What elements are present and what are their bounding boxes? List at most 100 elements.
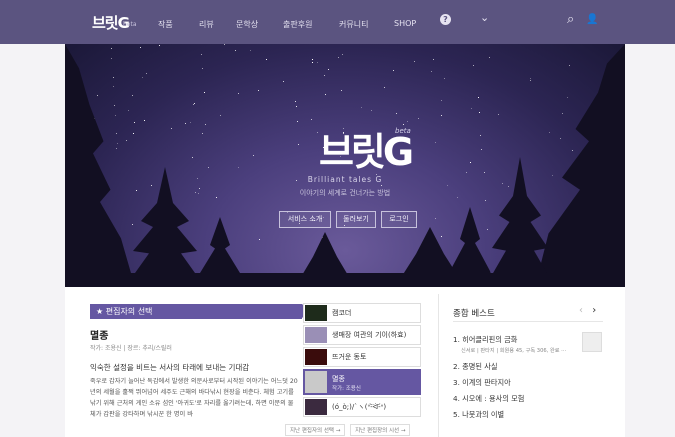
- star: [477, 97, 479, 99]
- past-editor-view-link[interactable]: 지난 편집장의 시선 →: [350, 424, 411, 436]
- star: [197, 192, 199, 194]
- best-item-5[interactable]: 5. 나뭇과의 이별: [453, 410, 504, 420]
- star: [110, 48, 112, 50]
- nav-item-works[interactable]: 작품: [158, 19, 173, 30]
- divider: [453, 321, 603, 322]
- star: [430, 71, 432, 73]
- star: [560, 138, 562, 140]
- best-item-1[interactable]: 1. 히어클리핀의 금화: [453, 335, 517, 345]
- star: [202, 68, 204, 70]
- nav-item-community[interactable]: 커뮤니티: [339, 19, 368, 30]
- star: [478, 111, 480, 113]
- hero-beta-label: beta: [395, 127, 411, 135]
- star: [219, 114, 221, 116]
- best-item-2[interactable]: 2. 종명된 사실: [453, 362, 498, 372]
- list-item[interactable]: 생매장 여관의 기이(하효): [303, 325, 421, 345]
- star: [338, 56, 340, 58]
- star: [434, 217, 436, 219]
- user-icon[interactable]: 👤: [586, 14, 598, 25]
- star: [128, 109, 130, 111]
- cover-thumbnail: [305, 305, 327, 321]
- star: [191, 157, 193, 159]
- star: [111, 57, 113, 59]
- star: [325, 94, 327, 96]
- star: [193, 104, 195, 106]
- best-item-1-thumbnail[interactable]: [582, 332, 602, 352]
- star: [497, 114, 499, 116]
- best-item-1-meta: 신서로 | 판타지 | 회원용 45, 구독 306, 완료 ···: [461, 348, 567, 354]
- star: [488, 57, 490, 59]
- nav-item-reviews[interactable]: 리뷰: [199, 19, 214, 30]
- star: [414, 61, 416, 63]
- star: [190, 122, 191, 123]
- star: [562, 112, 564, 114]
- star: [203, 92, 205, 94]
- star: [134, 122, 136, 124]
- star: [199, 188, 201, 190]
- star: [481, 149, 483, 151]
- star: [360, 106, 362, 108]
- list-item[interactable]: 뜨거운 동토: [303, 347, 421, 367]
- star: [250, 49, 252, 51]
- star: [201, 132, 203, 134]
- nav-item-funding[interactable]: 출판후원: [283, 19, 312, 30]
- hero-subtitle: 이야기의 세계로 건너가는 방법: [299, 189, 391, 197]
- star-icon: ★: [96, 307, 104, 316]
- list-item-title: 뜨거운 동토: [332, 353, 367, 361]
- chevron-down-icon[interactable]: ⌄: [480, 11, 489, 24]
- list-item[interactable]: 캠코더: [303, 303, 421, 323]
- hero-logo: 브릿G: [318, 130, 414, 174]
- featured-work-headline[interactable]: 익숙한 설정을 비트는 서사의 타래에 보내는 기대감: [90, 362, 249, 373]
- star: [340, 89, 342, 91]
- list-item-title: 캠코더: [332, 309, 352, 317]
- past-editor-pick-link[interactable]: 지난 편집자의 선택 →: [285, 424, 346, 436]
- search-icon[interactable]: ⌕: [567, 12, 574, 27]
- chevron-left-icon[interactable]: ‹: [579, 305, 583, 316]
- star: [457, 197, 459, 199]
- chevron-right-icon[interactable]: ›: [592, 305, 596, 316]
- best-item-4[interactable]: 4. 시오에 : 용사의 모험: [453, 394, 524, 404]
- editor-pick-label: 편집자의 선택: [105, 307, 153, 316]
- star: [480, 135, 482, 137]
- browse-button[interactable]: 둘러보기: [336, 211, 376, 228]
- list-item-author: 작가: 조용신: [332, 386, 361, 392]
- star: [296, 106, 298, 108]
- star: [252, 155, 254, 157]
- tree-silhouette: [65, 44, 135, 287]
- list-item-active[interactable]: 멸종 작가: 조용신: [303, 369, 421, 395]
- best-item-3[interactable]: 3. 이계의 판타지아: [453, 378, 511, 388]
- list-item[interactable]: (ó_ò;)/`ヽ(ᐡ-᷅ᐛ-᷄ᐡ): [303, 397, 421, 417]
- past-links: 지난 편집자의 선택 → 지난 편집장의 시선 →: [285, 424, 413, 436]
- star: [383, 87, 385, 89]
- best-title: 종합 베스트: [453, 309, 495, 319]
- star: [327, 69, 329, 71]
- star: [170, 127, 172, 129]
- beta-label: beta: [123, 21, 137, 28]
- star: [116, 142, 118, 144]
- featured-work-title[interactable]: 멸종: [90, 327, 108, 342]
- star: [572, 149, 574, 151]
- best-pager: ‹ ›: [579, 305, 596, 316]
- star: [435, 142, 437, 144]
- star: [237, 92, 239, 94]
- star: [235, 49, 237, 51]
- star: [116, 133, 118, 135]
- help-icon[interactable]: ?: [440, 14, 451, 25]
- nav-item-award[interactable]: 문학상: [236, 19, 258, 30]
- login-button[interactable]: 로그인: [381, 211, 417, 228]
- star: [132, 132, 134, 134]
- star: [126, 139, 128, 141]
- star: [507, 185, 509, 187]
- service-intro-button[interactable]: 서비스 소개: [279, 211, 331, 228]
- star: [529, 79, 531, 81]
- star: [569, 64, 571, 66]
- hero-tagline: Brilliant tales G: [307, 175, 383, 184]
- star: [441, 100, 443, 102]
- star: [136, 189, 138, 191]
- star: [433, 59, 435, 61]
- star: [115, 114, 117, 116]
- star: [444, 77, 446, 79]
- star: [132, 223, 134, 225]
- star: [551, 174, 553, 176]
- nav-item-shop[interactable]: SHOP: [394, 19, 416, 28]
